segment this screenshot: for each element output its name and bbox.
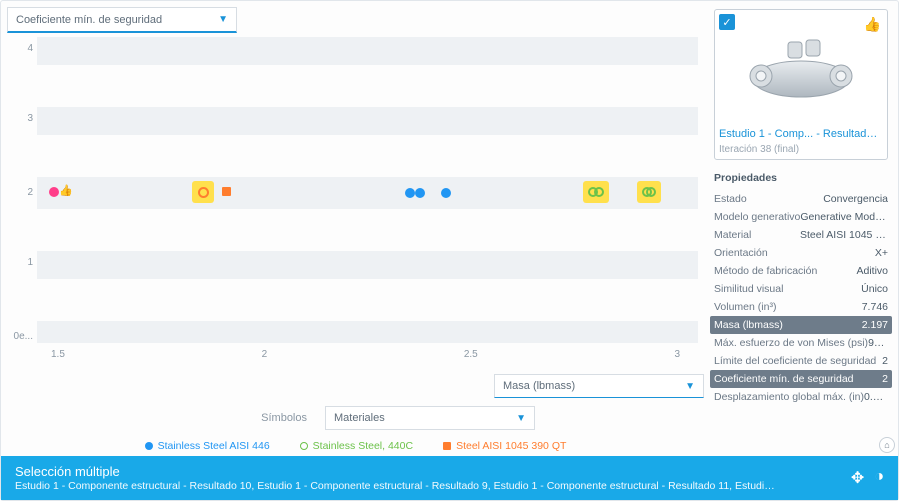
data-point[interactable] xyxy=(441,188,451,198)
property-key: Similitud visual xyxy=(714,280,783,298)
property-row[interactable]: Máx. esfuerzo de von Mises (psi)92,387.0… xyxy=(714,334,888,352)
xaxis-label: Masa (lbmass) xyxy=(503,380,575,392)
xtick: 2 xyxy=(262,349,268,360)
property-value: 7.746 xyxy=(862,298,888,316)
property-value: Convergencia xyxy=(823,190,888,208)
xtick: 1.5 xyxy=(51,349,65,360)
result-preview-image xyxy=(719,14,883,124)
yaxis-label: Coeficiente mín. de seguridad xyxy=(16,14,162,26)
properties-panel: ✓ 👍 Estudio 1 - Comp... - Resultado 10 xyxy=(714,1,898,456)
legend-item[interactable]: Steel AISI 1045 390 QT xyxy=(443,440,566,452)
data-point-highlight[interactable] xyxy=(637,181,661,203)
data-point[interactable] xyxy=(222,187,231,196)
property-row[interactable]: Similitud visual Único xyxy=(714,280,888,298)
property-value: X+ xyxy=(875,244,888,262)
data-point-highlight[interactable] xyxy=(192,181,214,203)
symbols-dropdown[interactable]: Materiales ▼ xyxy=(325,406,535,430)
yaxis-dropdown[interactable]: Coeficiente mín. de seguridad ▼ xyxy=(7,7,237,33)
ytick: 1 xyxy=(13,257,33,268)
data-point[interactable] xyxy=(49,187,59,197)
property-value: 2 xyxy=(882,352,888,370)
compare-icon[interactable]: ◑ xyxy=(874,468,884,488)
legend-swatch xyxy=(443,442,451,450)
property-key: Desplazamiento global máx. (in) xyxy=(714,388,864,406)
symbols-value: Materiales xyxy=(334,412,385,424)
property-value: Aditivo xyxy=(856,262,888,280)
legend-swatch xyxy=(300,442,308,450)
share-icon[interactable]: ✥ xyxy=(851,468,864,488)
property-row[interactable]: Orientación X+ xyxy=(714,244,888,262)
property-key: Máx. esfuerzo de von Mises (psi) xyxy=(714,334,868,352)
data-point-highlight[interactable] xyxy=(583,181,609,203)
data-point[interactable] xyxy=(415,188,425,198)
chevron-down-icon: ▼ xyxy=(218,14,228,25)
property-key: Método de fabricación xyxy=(714,262,817,280)
property-key: Estado xyxy=(714,190,747,208)
thumbs-up-icon[interactable]: 👍 xyxy=(864,16,881,33)
legend-item[interactable]: Stainless Steel AISI 446 xyxy=(145,440,270,452)
x-axis-ticks: 1.5 2 2.5 3 xyxy=(33,349,698,360)
properties-header: Propiedades xyxy=(714,172,888,184)
property-row[interactable]: Estado Convergencia xyxy=(714,190,888,208)
property-value: 2.197 xyxy=(862,316,888,334)
data-point[interactable] xyxy=(405,188,415,198)
property-row[interactable]: Material Steel AISI 1045 390 QT xyxy=(714,226,888,244)
ytick: 0e... xyxy=(7,331,33,342)
property-key: Material xyxy=(714,226,751,244)
xtick: 3 xyxy=(674,349,680,360)
xtick: 2.5 xyxy=(464,349,478,360)
checkbox-checked-icon[interactable]: ✓ xyxy=(719,14,735,30)
ytick: 2 xyxy=(13,187,33,198)
ytick: 3 xyxy=(13,113,33,124)
property-key: Modelo generativo xyxy=(714,208,800,226)
legend: Stainless Steel AISI 446 Stainless Steel… xyxy=(7,440,704,452)
thumbs-up-icon: 👍 xyxy=(59,184,73,197)
property-row[interactable]: Masa (lbmass) 2.197 xyxy=(710,316,892,334)
footer-subtitle: Estudio 1 - Componente estructural - Res… xyxy=(15,480,775,492)
property-key: Masa (lbmass) xyxy=(714,316,783,334)
ytick: 4 xyxy=(13,43,33,54)
property-value: Steel AISI 1045 390 QT xyxy=(800,226,888,244)
property-value: 2 xyxy=(882,370,888,388)
result-iteration: Iteración 38 (final) xyxy=(719,144,883,155)
property-row[interactable]: Límite del coeficiente de seguridad 2 xyxy=(714,352,888,370)
property-row[interactable]: Modelo generativoGenerative Model 1 xyxy=(714,208,888,226)
reset-view-icon[interactable]: ⌂ xyxy=(879,437,895,453)
property-key: Orientación xyxy=(714,244,768,262)
legend-swatch xyxy=(145,442,153,450)
property-row[interactable]: Volumen (in³) 7.746 xyxy=(714,298,888,316)
property-key: Volumen (in³) xyxy=(714,298,776,316)
property-value: Generative Model 1 xyxy=(800,208,888,226)
property-key: Límite del coeficiente de seguridad xyxy=(714,352,876,370)
property-row[interactable]: Coeficiente mín. de seguridad 2 xyxy=(710,370,892,388)
property-row[interactable]: Desplazamiento global máx. (in)0.016 xyxy=(714,388,888,406)
symbols-label: Símbolos xyxy=(7,412,307,424)
property-value: Único xyxy=(861,280,888,298)
result-title: Estudio 1 - Comp... - Resultado 10 xyxy=(719,128,883,140)
chevron-down-icon: ▼ xyxy=(685,381,695,392)
properties-list: EstadoConvergenciaModelo generativoGener… xyxy=(714,190,888,406)
property-key: Coeficiente mín. de seguridad xyxy=(714,370,854,388)
property-value: 92,387.074 xyxy=(868,334,888,352)
chart-panel: Coeficiente mín. de seguridad ▼ 👍 xyxy=(1,1,714,456)
property-value: 0.016 xyxy=(864,388,888,406)
scatter-plot[interactable]: 👍 xyxy=(37,37,698,347)
xaxis-dropdown[interactable]: Masa (lbmass) ▼ xyxy=(494,374,704,398)
result-thumbnail-card[interactable]: ✓ 👍 Estudio 1 - Comp... - Resultado 10 xyxy=(714,9,888,160)
footer-title: Selección múltiple xyxy=(15,464,775,479)
selection-footer: Selección múltiple Estudio 1 - Component… xyxy=(1,456,898,500)
chevron-down-icon: ▼ xyxy=(516,413,526,424)
property-row[interactable]: Método de fabricación Aditivo xyxy=(714,262,888,280)
legend-item[interactable]: Stainless Steel, 440C xyxy=(300,440,413,452)
